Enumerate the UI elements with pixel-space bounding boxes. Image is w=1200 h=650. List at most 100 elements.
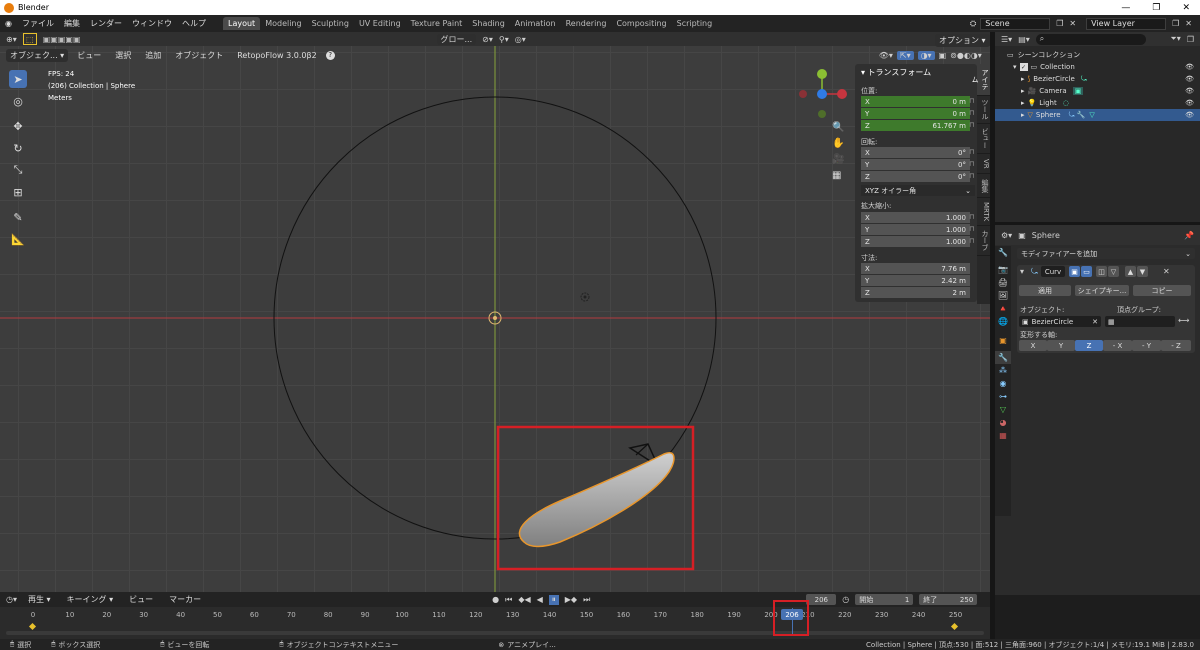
jump-start-icon[interactable]: ⏮: [505, 595, 512, 605]
select-box-tool-icon[interactable]: ➤: [9, 70, 27, 88]
tab-shading[interactable]: Shading: [467, 17, 510, 30]
gizmo-toggle-icon[interactable]: ⇱▾: [896, 50, 914, 60]
timeline-scrollbar[interactable]: [6, 631, 984, 635]
gizmo-z-icon[interactable]: [817, 89, 827, 99]
menu-edit[interactable]: 編集: [59, 18, 85, 29]
menu-file[interactable]: ファイル: [17, 18, 59, 29]
overlay-toggle-icon[interactable]: ◑▾: [917, 50, 935, 60]
lock-icon[interactable]: ⊓: [969, 148, 977, 156]
keyframe-diamond-icon[interactable]: [950, 622, 959, 631]
outliner-item-light[interactable]: ▸ 💡 Light ◌ 👁: [995, 97, 1200, 109]
xray-icon[interactable]: ▣: [939, 51, 947, 60]
checkbox-icon[interactable]: ✓: [1019, 63, 1028, 71]
scene-tab-icon[interactable]: 🔺: [995, 302, 1011, 315]
invert-icon[interactable]: ⟷: [1178, 316, 1189, 325]
eye-icon[interactable]: 👁: [1185, 99, 1194, 107]
add-modifier-dropdown[interactable]: モディファイアーを追加 ⌄: [1017, 248, 1195, 259]
pause-icon[interactable]: ⏸: [548, 594, 559, 605]
vertex-group-field[interactable]: ▦: [1105, 316, 1175, 327]
remove-modifier-icon[interactable]: ✕: [1163, 267, 1170, 276]
snap-icon[interactable]: ⚲▾: [499, 35, 509, 44]
shading-modes-icon[interactable]: ⊚●◐◑▾: [950, 51, 982, 60]
editor-type-icon[interactable]: ◷▾: [6, 595, 17, 604]
chevron-down-icon[interactable]: ▾: [1020, 267, 1024, 276]
end-frame-field[interactable]: 終了 250: [919, 594, 978, 605]
axis-neg-x-button[interactable]: - X: [1103, 340, 1132, 351]
scale-z-field[interactable]: Z 1.000: [861, 236, 970, 247]
collection-row[interactable]: ▾ ✓ ▭ Collection 👁: [995, 61, 1200, 73]
particles-tab-icon[interactable]: ⁂: [995, 364, 1011, 377]
tab-sculpting[interactable]: Sculpting: [307, 17, 354, 30]
axis-neg-z-button[interactable]: - Z: [1161, 340, 1191, 351]
lock-icon[interactable]: ⊓: [969, 172, 977, 180]
world-tab-icon[interactable]: 🌐: [995, 315, 1011, 328]
scene-icon[interactable]: ⛭: [970, 19, 976, 29]
axis-y-button[interactable]: Y: [1047, 340, 1075, 351]
blender-menu-icon[interactable]: ◉: [0, 19, 17, 28]
outliner-search-input[interactable]: ⌕: [1035, 33, 1146, 45]
gizmo-neg-x-icon[interactable]: [799, 90, 807, 98]
cursor-tool-icon[interactable]: ◎: [9, 92, 27, 110]
camera-view-icon[interactable]: 🎥: [832, 154, 844, 165]
measure-tool-icon[interactable]: 📐: [9, 230, 27, 248]
output-tab-icon[interactable]: 🖨: [995, 276, 1011, 289]
rotate-tool-icon[interactable]: ↻: [9, 139, 27, 157]
lock-icon[interactable]: ⊓: [969, 121, 977, 129]
move-up-icon[interactable]: ▲: [1125, 266, 1136, 277]
visibility-icon[interactable]: 👁▾: [879, 51, 893, 60]
gizmo-x-icon[interactable]: [837, 89, 847, 99]
jump-end-icon[interactable]: ⏭: [583, 595, 590, 605]
material-tab-icon[interactable]: ◕: [995, 416, 1011, 429]
move-down-icon[interactable]: ▼: [1137, 266, 1148, 277]
pivot-icon[interactable]: ⊘▾: [482, 35, 493, 44]
gizmo-y-icon[interactable]: [817, 69, 827, 79]
location-z-field[interactable]: Z 61.767 m: [861, 120, 970, 131]
chevron-right-icon[interactable]: ▸: [1021, 75, 1025, 83]
editor-type-icon[interactable]: ☰▾: [1001, 35, 1012, 44]
cage-toggle-icon[interactable]: ▽: [1108, 266, 1119, 277]
chevron-down-icon[interactable]: ▾: [1013, 63, 1017, 71]
render-tab-icon[interactable]: 📷: [995, 263, 1011, 276]
help-icon[interactable]: ?: [325, 50, 335, 60]
move-tool-icon[interactable]: ✥: [9, 117, 27, 135]
start-frame-field[interactable]: 開始 1: [855, 594, 914, 605]
proportional-edit-icon[interactable]: ◎▾: [515, 35, 526, 44]
delete-scene-icon[interactable]: ✕: [1069, 19, 1076, 28]
menu-object[interactable]: オブジェクト: [170, 50, 228, 61]
modifier-name-field[interactable]: Curv: [1041, 266, 1065, 277]
status-anim-player[interactable]: アニメプレイ...: [507, 640, 556, 650]
rotation-y-field[interactable]: Y 0°: [861, 159, 970, 170]
eye-icon[interactable]: 👁: [1185, 87, 1194, 95]
apply-button[interactable]: 適用: [1019, 285, 1071, 296]
close-icon[interactable]: ✕: [1182, 3, 1190, 13]
light-icon[interactable]: [580, 292, 590, 302]
menu-add[interactable]: 追加: [140, 50, 166, 61]
tab-curve[interactable]: カーブ: [977, 226, 990, 256]
object-tab-icon[interactable]: ▣: [995, 334, 1011, 347]
editor-type-icon[interactable]: ⊕▾: [6, 35, 17, 44]
outliner-item-sphere[interactable]: ▸ ▽ Sphere ⤿ 🔧 ▽ 👁: [995, 109, 1200, 121]
tab-compositing[interactable]: Compositing: [611, 17, 671, 30]
texture-tab-icon[interactable]: ▦: [995, 429, 1011, 442]
rotation-x-field[interactable]: X 0°: [861, 147, 970, 158]
pin-icon[interactable]: 📌: [1184, 231, 1194, 240]
dimensions-y-field[interactable]: Y 2.42 m: [861, 275, 970, 286]
location-y-field[interactable]: Y 0 m: [861, 108, 970, 119]
display-mode-icon[interactable]: ▤▾: [1018, 35, 1030, 44]
tab-scripting[interactable]: Scripting: [672, 17, 718, 30]
scene-collection-row[interactable]: ▭ シーンコレクション: [995, 49, 1200, 61]
rotation-mode-dropdown[interactable]: XYZ オイラー角 ⌄: [861, 185, 975, 196]
minimize-icon[interactable]: —: [1121, 3, 1130, 13]
editor-type-icon[interactable]: ⚙▾: [1001, 231, 1012, 240]
menu-window[interactable]: ウィンドウ: [127, 18, 177, 29]
delete-view-layer-icon[interactable]: ✕: [1185, 19, 1192, 28]
new-scene-icon[interactable]: ❐: [1056, 19, 1063, 28]
next-key-icon[interactable]: ▶◆: [565, 595, 577, 604]
tab-rendering[interactable]: Rendering: [561, 17, 612, 30]
tab-item[interactable]: アイテム: [971, 64, 990, 96]
tab-edit[interactable]: 編集: [977, 174, 990, 198]
physics-tab-icon[interactable]: ◉: [995, 377, 1011, 390]
mode-dropdown[interactable]: オブジェク... ▾: [6, 48, 69, 62]
select-tool-icon[interactable]: ⬚: [22, 33, 37, 45]
tool-tab-icon[interactable]: 🔧: [995, 246, 1011, 259]
